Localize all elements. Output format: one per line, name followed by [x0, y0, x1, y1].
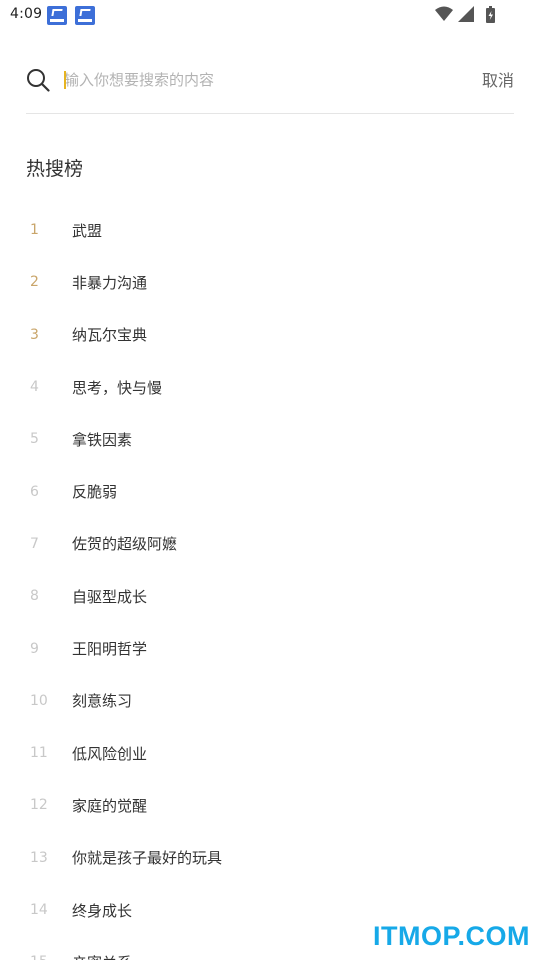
hot-search-term: 终身成长 — [72, 901, 133, 920]
rank-number: 10 — [30, 692, 48, 709]
status-bar: 4:09 — [0, 0, 540, 32]
search-icon — [27, 69, 50, 92]
search-input[interactable] — [64, 66, 444, 94]
rank-number: 12 — [30, 797, 48, 814]
search-bar: 取消 — [26, 58, 514, 114]
hot-search-title: 热搜榜 — [26, 158, 84, 180]
hot-search-item[interactable]: 5 拿铁因素 — [26, 413, 514, 465]
hot-search-item[interactable]: 4 思考，快与慢 — [26, 361, 514, 413]
hot-search-item[interactable]: 11 低风险创业 — [26, 727, 514, 779]
hot-search-term: 拿铁因素 — [72, 430, 133, 449]
rank-number: 13 — [30, 849, 48, 866]
hot-search-term: 武盟 — [72, 221, 103, 240]
screen: 4:09 取消 — [0, 0, 540, 960]
battery-charging-icon — [486, 6, 495, 23]
hot-search-term: 低风险创业 — [72, 744, 148, 763]
status-time: 4:09 — [10, 6, 43, 22]
hot-search-item[interactable]: 12 家庭的觉醒 — [26, 779, 514, 831]
hot-search-term: 你就是孩子最好的玩具 — [72, 849, 223, 868]
rank-number: 4 — [30, 379, 39, 396]
hot-search-item[interactable]: 8 自驱型成长 — [26, 570, 514, 622]
hot-search-item[interactable]: 2 非暴力沟通 — [26, 256, 514, 308]
rank-number: 3 — [30, 326, 39, 343]
hot-search-term: 反脆弱 — [72, 483, 118, 502]
cell-signal-icon — [458, 6, 474, 22]
hot-search-item[interactable]: 6 反脆弱 — [26, 465, 514, 517]
rank-number: 9 — [30, 640, 39, 657]
hot-search-term: 刻意练习 — [72, 692, 133, 711]
hot-search-item[interactable]: 3 纳瓦尔宝典 — [26, 309, 514, 361]
cancel-button[interactable]: 取消 — [474, 67, 514, 91]
hot-search-term: 亲密关系 — [72, 952, 132, 960]
app-notification-icon — [75, 6, 95, 25]
rank-number: 7 — [30, 535, 39, 552]
rank-number: 11 — [30, 745, 48, 762]
text-cursor — [64, 71, 66, 89]
rank-number: 8 — [30, 588, 39, 605]
hot-search-item[interactable]: 13 你就是孩子最好的玩具 — [26, 832, 514, 884]
rank-number: 1 — [30, 222, 39, 239]
rank-number: 14 — [30, 902, 48, 918]
watermark-logo: ITMOP.COM — [372, 921, 530, 951]
hot-search-item[interactable]: 10 刻意练习 — [26, 675, 514, 727]
hot-search-term: 自驱型成长 — [72, 587, 148, 606]
wifi-icon — [435, 6, 453, 21]
rank-number: 5 — [30, 431, 39, 448]
hot-search-item[interactable]: 7 佐贺的超级阿嬷 — [26, 518, 514, 570]
status-icons — [434, 5, 506, 25]
hot-search-term: 非暴力沟通 — [72, 273, 148, 292]
hot-search-term: 王阳明哲学 — [72, 640, 148, 659]
hot-search-list: 1 武盟 2 非暴力沟通 3 纳瓦尔宝典 4 思考，快与慢 5 拿铁因素 6 反脆弱 7 佐贺… — [26, 204, 514, 960]
rank-number: 6 — [30, 483, 39, 500]
rank-number: 2 — [30, 274, 39, 291]
app-notification-icon — [47, 6, 67, 25]
hot-search-term: 思考，快与慢 — [72, 378, 163, 397]
hot-search-term: 佐贺的超级阿嬷 — [72, 535, 178, 554]
rank-number: 15 — [26, 954, 72, 960]
hot-search-item[interactable]: 9 王阳明哲学 — [26, 622, 514, 674]
hot-search-term: 纳瓦尔宝典 — [72, 326, 148, 345]
hot-search-term: 家庭的觉醒 — [72, 796, 148, 815]
hot-search-item[interactable]: 1 武盟 — [26, 204, 514, 256]
